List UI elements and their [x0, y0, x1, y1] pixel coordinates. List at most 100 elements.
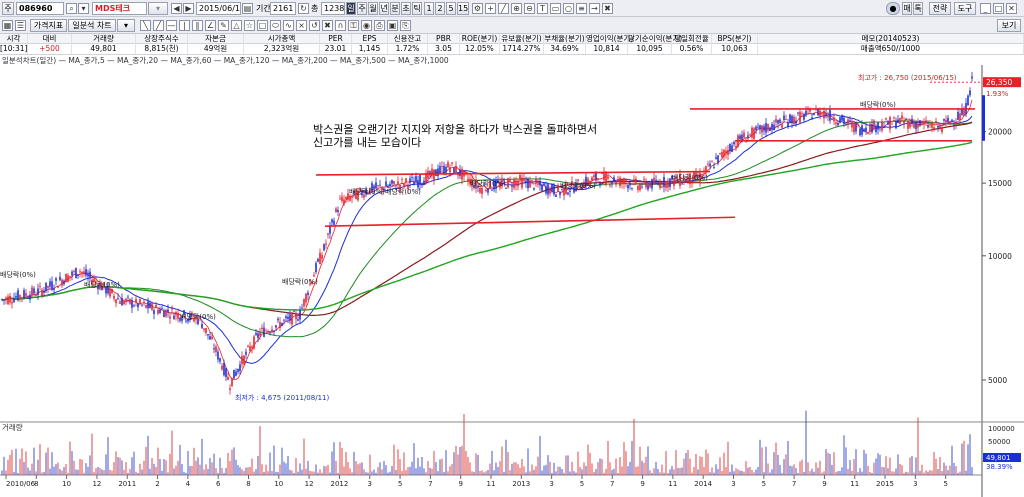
view-button[interactable]: 보기 — [997, 19, 1021, 32]
code-prefix[interactable]: 주 — [2, 2, 14, 15]
price-chart[interactable]: 20000150001000050002010/068 10 12 2011 2 4 6 8 1… — [0, 55, 1024, 497]
cycle-icon[interactable]: ↺ — [309, 20, 320, 31]
search-icon[interactable]: ⌕ — [66, 3, 77, 14]
minimize-icon[interactable]: _ — [980, 3, 991, 14]
gann-icon[interactable]: ⨯ — [296, 20, 307, 31]
period-btn-month[interactable]: 월 — [368, 2, 378, 15]
list-icon[interactable]: ☰ — [15, 20, 26, 31]
candle-body — [861, 125, 863, 135]
info-value-10: 12.05% — [460, 44, 500, 54]
maximize-icon[interactable]: □ — [993, 3, 1004, 14]
period-btn-minute[interactable]: 분 — [390, 2, 400, 15]
crosshair-icon[interactable]: + — [485, 3, 496, 14]
minute-btn-1[interactable]: 1 — [424, 2, 434, 15]
candle-body — [299, 310, 301, 320]
print-icon[interactable]: ⎙ — [374, 20, 385, 31]
candle-body — [401, 179, 403, 180]
refresh-icon[interactable]: ↻ — [298, 3, 309, 14]
minute-btn-5[interactable]: 5 — [446, 2, 456, 15]
star-icon[interactable]: ☆ — [244, 20, 255, 31]
toggle-icon[interactable]: ● — [886, 2, 900, 15]
candle-body — [739, 135, 741, 140]
stock-code-input[interactable]: 086960 — [16, 2, 64, 15]
stock-name-field[interactable]: MDS테크 — [92, 2, 147, 15]
prev-arrow-icon[interactable]: ◀ — [171, 3, 182, 14]
period-btn-day[interactable]: 일 — [346, 2, 356, 15]
period-btn-tick[interactable]: 틱 — [412, 2, 422, 15]
candle-body — [343, 199, 345, 205]
copy-icon[interactable]: ⎘ — [400, 20, 411, 31]
candle-body — [247, 345, 249, 347]
period-btn-second[interactable]: 초 — [401, 2, 411, 15]
candle-body — [131, 300, 133, 308]
trend-icon[interactable]: ╱ — [153, 20, 164, 31]
minute-btn-15[interactable]: 15 — [457, 2, 469, 15]
strategy-button[interactable]: 전략 — [929, 2, 951, 15]
right-btn-1[interactable]: 매 — [902, 2, 912, 15]
fib-tool-icon[interactable]: ≡ — [576, 3, 587, 14]
lock-icon[interactable]: ⚿ — [348, 20, 359, 31]
calendar-icon[interactable]: ▤ — [242, 3, 253, 14]
candle-body — [867, 133, 869, 134]
arrow-tool-icon[interactable]: → — [589, 3, 600, 14]
right-btn-2[interactable]: 톡 — [913, 2, 923, 15]
candle-body — [639, 184, 641, 191]
candle-body — [65, 274, 67, 283]
pen-icon[interactable]: ✎ — [218, 20, 229, 31]
candle-body — [31, 287, 33, 296]
ellipse-icon[interactable]: ⬭ — [270, 20, 281, 31]
zoom-in-icon[interactable]: ⊕ — [511, 3, 522, 14]
min-price-label: 최저가 : 4,675 (2011/08/11) — [235, 393, 329, 402]
candle-body — [535, 179, 537, 184]
count-input[interactable]: 1238 — [321, 2, 345, 15]
candle-body — [315, 263, 317, 273]
grid-icon[interactable]: ▦ — [2, 20, 13, 31]
candle-body — [853, 122, 855, 133]
erase-tool-icon[interactable]: ✖ — [602, 3, 613, 14]
eye-icon[interactable]: ◉ — [361, 20, 372, 31]
delete-icon[interactable]: ✖ — [322, 20, 333, 31]
tools-button[interactable]: 도구 — [954, 2, 976, 15]
period-btn-year[interactable]: 년 — [379, 2, 389, 15]
channel-icon[interactable]: ∥ — [192, 20, 203, 31]
circle-tool-icon[interactable]: ○ — [563, 3, 574, 14]
candle-body — [725, 150, 727, 154]
date-input[interactable]: 2015/06/15 — [196, 2, 241, 15]
vertical-line-icon[interactable]: | — [179, 20, 190, 31]
candle-body — [855, 121, 857, 132]
rect-tool-icon[interactable]: ▭ — [550, 3, 561, 14]
settings-icon[interactable]: ⚙ — [472, 3, 483, 14]
next-arrow-icon[interactable]: ▶ — [183, 3, 194, 14]
save-icon[interactable]: ▣ — [387, 20, 398, 31]
period-btn-week[interactable]: 주 — [357, 2, 367, 15]
line-tool-icon[interactable]: ╱ — [498, 3, 509, 14]
time-tick-label: 7 — [428, 480, 432, 488]
candle-body — [113, 295, 115, 299]
candle-body — [221, 365, 223, 370]
magnet-icon[interactable]: ∩ — [335, 20, 346, 31]
square-icon[interactable]: □ — [257, 20, 268, 31]
chevron-down-icon[interactable]: ▾ — [78, 3, 89, 14]
minute-btn-2[interactable]: 2 — [435, 2, 445, 15]
zoom-out-icon[interactable]: ⊖ — [524, 3, 535, 14]
stock-name-dropdown[interactable]: ▾ — [148, 2, 168, 15]
angle-icon[interactable]: ∠ — [205, 20, 216, 31]
candle-body — [335, 208, 337, 213]
wave-icon[interactable]: ∿ — [283, 20, 294, 31]
time-tick-label: 2015 — [876, 480, 894, 488]
text-tool-icon[interactable]: T — [537, 3, 548, 14]
chart-dropdown[interactable]: ▾ — [117, 19, 135, 32]
candle-body — [307, 292, 309, 295]
triangle-icon[interactable]: △ — [231, 20, 242, 31]
time-tick-label: 9 — [458, 480, 462, 488]
candle-body — [57, 285, 59, 288]
line-icon[interactable]: ╲ — [140, 20, 151, 31]
candle-body — [171, 308, 173, 310]
close-icon[interactable]: ✕ — [1006, 3, 1017, 14]
price-range-bar — [982, 95, 985, 141]
tab-daily-chart[interactable]: 일분석 차트 — [68, 19, 116, 32]
tab-price-indicator[interactable]: 가격지표 — [30, 19, 67, 32]
candle-body — [791, 115, 793, 124]
horizontal-line-icon[interactable]: — — [166, 20, 177, 31]
period-input[interactable]: 2161 — [270, 2, 296, 15]
